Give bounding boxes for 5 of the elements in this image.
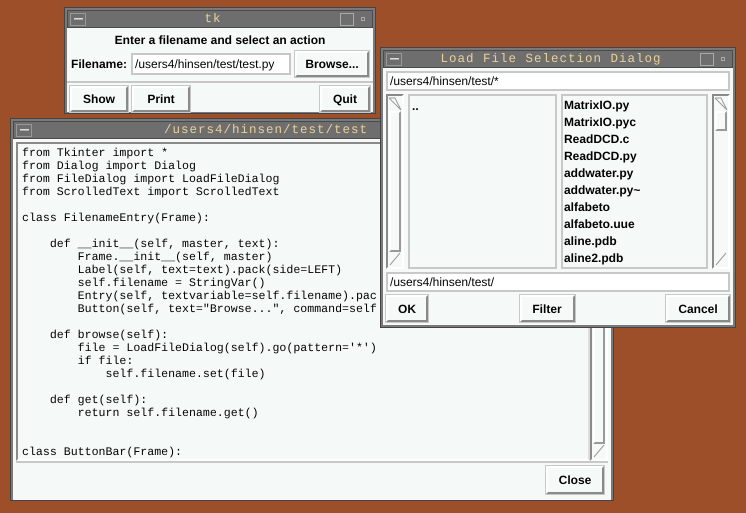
window-title: tk xyxy=(204,10,222,28)
prompt-label: Enter a filename and select an action xyxy=(114,32,326,49)
filename-label: Filename: xyxy=(71,56,128,73)
window-title: /users4/hinsen/test/test xyxy=(164,122,368,139)
window-title: Load File Selection Dialog xyxy=(440,50,662,68)
